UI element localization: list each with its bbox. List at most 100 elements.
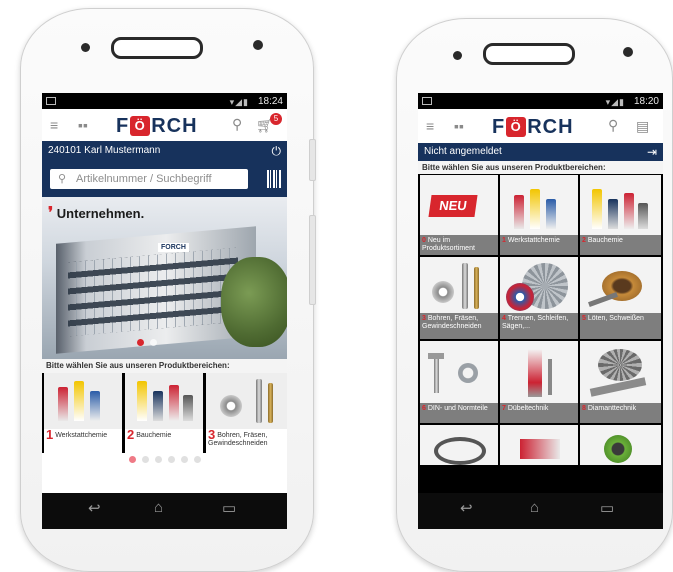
pager-dot[interactable] bbox=[141, 456, 149, 463]
list-icon[interactable]: ▤ bbox=[636, 118, 649, 135]
status-bar: ▾◢▮ 18:20 bbox=[418, 93, 663, 109]
category-tile-2[interactable]: 2 Bauchemie bbox=[125, 373, 203, 453]
category-tile-3[interactable]: 3 Bohren, Fräsen, Gewindeschneiden bbox=[206, 373, 287, 453]
pager-dot[interactable] bbox=[128, 456, 136, 463]
category-tile-7[interactable]: 7 Dübeltechnik bbox=[500, 341, 578, 423]
category-number: 1 bbox=[502, 237, 506, 244]
pager-dot[interactable] bbox=[180, 456, 188, 463]
barcode-icon[interactable] bbox=[267, 170, 281, 188]
category-caption: 4 Trennen, Schleifen, Sägen,... bbox=[500, 313, 578, 339]
back-icon[interactable]: ↩ bbox=[460, 499, 473, 517]
account-label: 240101 Karl Mustermann bbox=[48, 145, 161, 156]
brand-logo[interactable]: F Ö RCH bbox=[492, 116, 574, 139]
category-image bbox=[206, 373, 287, 429]
search-input[interactable]: ⚲ Artikelnummer / Suchbegriff bbox=[50, 169, 248, 189]
category-label: Dübeltechnik bbox=[507, 405, 549, 412]
category-caption: 6 DIN- und Normteile bbox=[420, 403, 498, 423]
recents-icon[interactable]: ▭ bbox=[600, 499, 614, 517]
login-icon[interactable]: ⇥ bbox=[647, 143, 657, 161]
category-image bbox=[125, 373, 203, 429]
category-image bbox=[44, 373, 122, 429]
category-tile-partial[interactable] bbox=[420, 425, 498, 465]
category-label: DIN- und Normteile bbox=[427, 405, 488, 412]
volume-button bbox=[309, 139, 316, 181]
category-number: 8 bbox=[582, 405, 586, 412]
power-icon[interactable]: ⏻ bbox=[272, 141, 282, 161]
menu-icon[interactable]: ≡ bbox=[426, 118, 434, 134]
category-number: 1 bbox=[46, 427, 54, 442]
category-number: 4 bbox=[502, 315, 506, 322]
category-tile-1[interactable]: 1 Werkstattchemie bbox=[500, 175, 578, 255]
category-tile-8[interactable]: 8 Diamanttechnik bbox=[580, 341, 661, 423]
notification-icon bbox=[46, 97, 56, 105]
grid-icon[interactable]: ▪▪ bbox=[454, 118, 464, 134]
tree-image bbox=[221, 257, 287, 347]
search-icon[interactable]: ⚲ bbox=[608, 117, 618, 134]
search-bar: ⚲ Artikelnummer / Suchbegriff bbox=[42, 161, 287, 197]
account-bar: 240101 Karl Mustermann ⏻ bbox=[42, 141, 287, 161]
hero-dot[interactable] bbox=[137, 339, 144, 346]
category-label: Werkstattchemie bbox=[507, 237, 560, 244]
pager-dot[interactable] bbox=[193, 456, 201, 463]
front-camera bbox=[253, 40, 263, 50]
hero-pagination bbox=[134, 333, 160, 351]
category-tile-1[interactable]: 1 Werkstattchemie bbox=[44, 373, 122, 453]
category-label: Diamanttechnik bbox=[587, 405, 637, 412]
category-caption: 7 Dübeltechnik bbox=[500, 403, 578, 423]
signal-icon: ▾◢▮ bbox=[229, 97, 249, 107]
category-image bbox=[520, 439, 560, 459]
category-tile-2[interactable]: 2 Bauchemie bbox=[580, 175, 661, 255]
pager-dot[interactable] bbox=[154, 456, 162, 463]
category-tile-3[interactable]: 3 Bohren, Fräsen, Gewindeschneiden bbox=[420, 257, 498, 339]
sensor-dot bbox=[453, 51, 462, 60]
category-tile-0[interactable]: NEU 0 Neu im Produktsortiment bbox=[420, 175, 498, 255]
category-label: Trennen, Schleifen, Sägen,... bbox=[502, 315, 569, 330]
hero-dot[interactable] bbox=[150, 339, 157, 346]
category-label: Neu im Produktsortiment bbox=[422, 237, 475, 252]
app-header: ≡ ▪▪ F Ö RCH ⚲ ▤ bbox=[418, 109, 663, 143]
logo-o-mark: Ö bbox=[506, 117, 527, 137]
pager-dot[interactable] bbox=[167, 456, 175, 463]
account-bar: Nicht angemeldet ⇥ bbox=[418, 143, 663, 161]
status-time: 18:24 bbox=[257, 96, 283, 107]
category-tile-5[interactable]: 5 Löten, Schweißen bbox=[580, 257, 661, 339]
hero-slogan-text: Unternehmen. bbox=[56, 206, 145, 221]
category-caption: 1 Werkstattchemie bbox=[44, 427, 122, 453]
category-tile-4[interactable]: 4 Trennen, Schleifen, Sägen,... bbox=[500, 257, 578, 339]
category-caption: 8 Diamanttechnik bbox=[580, 403, 661, 423]
hero-banner[interactable]: ❜ Unternehmen. FORCH bbox=[42, 197, 287, 359]
category-pager bbox=[42, 453, 287, 467]
category-tile-partial[interactable] bbox=[500, 425, 578, 465]
phone-left: ▾◢▮ 18:24 ≡ ▪▪ F Ö RCH ⚲ 🛒︎ 5 240101 Karl … bbox=[20, 8, 316, 572]
front-camera bbox=[623, 47, 633, 57]
earpiece bbox=[111, 37, 203, 59]
new-badge: NEU bbox=[428, 195, 478, 217]
content-spacer bbox=[42, 467, 287, 493]
home-icon[interactable]: ⌂ bbox=[154, 499, 163, 516]
category-tile-partial[interactable] bbox=[580, 425, 661, 465]
cart-badge: 5 bbox=[270, 113, 282, 125]
home-icon[interactable]: ⌂ bbox=[530, 499, 539, 516]
search-icon[interactable]: ⚲ bbox=[232, 116, 242, 133]
phone-right: ▾◢▮ 18:20 ≡ ▪▪ F Ö RCH ⚲ ▤ Nicht angemelde… bbox=[396, 18, 673, 572]
category-number: 7 bbox=[502, 405, 506, 412]
logo-text: F Ö RCH bbox=[116, 115, 198, 137]
logo-text: F Ö RCH bbox=[492, 116, 574, 138]
category-label: Löten, Schweißen bbox=[587, 315, 644, 322]
category-tile-6[interactable]: 6 DIN- und Normteile bbox=[420, 341, 498, 423]
category-caption: 5 Löten, Schweißen bbox=[580, 313, 661, 339]
category-label: Werkstattchemie bbox=[55, 432, 108, 439]
brand-logo[interactable]: F Ö RCH bbox=[116, 115, 198, 138]
building-windows bbox=[68, 247, 238, 337]
category-number: 2 bbox=[582, 237, 586, 244]
screen-left: ▾◢▮ 18:24 ≡ ▪▪ F Ö RCH ⚲ 🛒︎ 5 240101 Karl … bbox=[42, 93, 287, 529]
menu-icon[interactable]: ≡ bbox=[50, 117, 58, 133]
back-icon[interactable]: ↩ bbox=[88, 499, 101, 517]
category-caption: 3 Bohren, Fräsen, Gewindeschneiden bbox=[206, 428, 287, 453]
recents-icon[interactable]: ▭ bbox=[222, 499, 236, 517]
grid-icon[interactable]: ▪▪ bbox=[78, 117, 88, 133]
category-number: 3 bbox=[422, 315, 426, 322]
status-bar: ▾◢▮ 18:24 bbox=[42, 93, 287, 109]
category-image bbox=[434, 437, 486, 465]
category-image bbox=[604, 435, 632, 463]
